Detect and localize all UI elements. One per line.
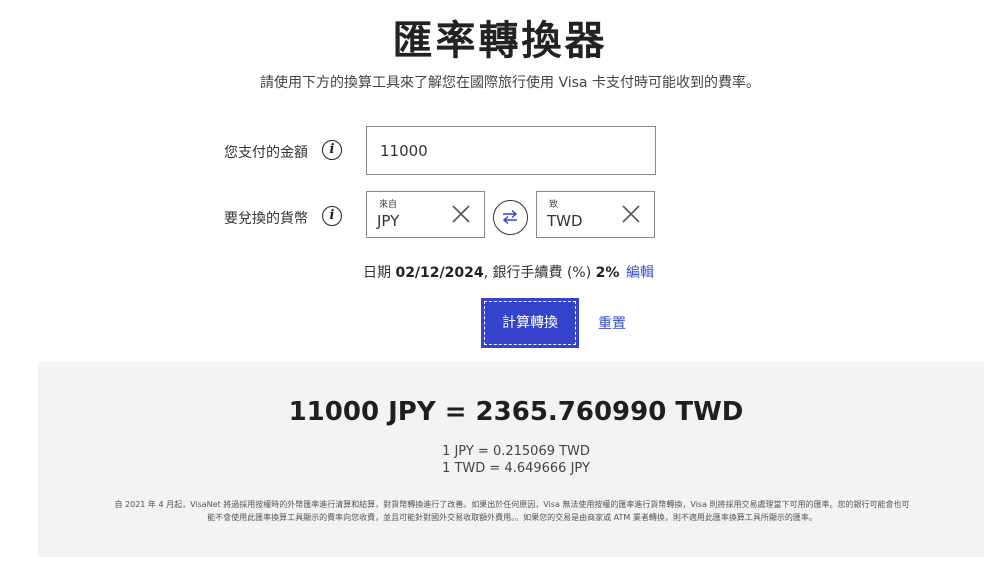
to-currency-field[interactable]: 致 TWD bbox=[536, 191, 655, 238]
amount-input[interactable]: 11000 bbox=[366, 126, 656, 175]
from-currency-field[interactable]: 來自 JPY bbox=[366, 191, 485, 238]
page-title: 匯率轉換器 bbox=[392, 18, 608, 64]
info-icon[interactable]: i bbox=[322, 206, 342, 226]
reset-link[interactable]: 重置 bbox=[598, 313, 626, 333]
fee-text: , 銀行手續費 (%) bbox=[483, 265, 592, 281]
currency-label: 要兌換的貨幣 bbox=[224, 211, 308, 227]
calculate-button[interactable]: 計算轉換 bbox=[481, 298, 579, 348]
date-fee-summary: 日期 02/12/2024, 銀行手續費 (%) 2% bbox=[363, 262, 619, 282]
from-caption: 來自 bbox=[379, 200, 398, 210]
to-currency-value: TWD bbox=[547, 212, 583, 230]
fee-value: 2% bbox=[595, 265, 620, 281]
disclaimer: 自 2021 年 4 月起，VisaNet 將過採用按權時的外幣匯率進行清算和結… bbox=[52, 498, 972, 524]
close-icon[interactable] bbox=[620, 203, 642, 225]
close-icon[interactable] bbox=[450, 203, 472, 225]
disclaimer-line-1: 自 2021 年 4 月起，VisaNet 將過採用按權時的外幣匯率進行清算和結… bbox=[114, 500, 910, 509]
conversion-result: 11000 JPY = 2365.760990 TWD bbox=[288, 397, 744, 427]
swap-currencies-button[interactable] bbox=[493, 200, 528, 235]
edit-link[interactable]: 編輯 bbox=[626, 262, 654, 282]
amount-value: 11000 bbox=[380, 142, 428, 160]
date-value: 02/12/2024 bbox=[395, 265, 484, 281]
rate-forward: 1 JPY = 0.215069 TWD bbox=[442, 444, 590, 459]
result-panel: 11000 JPY = 2365.760990 TWD 1 JPY = 0.21… bbox=[38, 362, 984, 557]
amount-label: 您支付的金額 bbox=[224, 145, 308, 161]
to-caption: 致 bbox=[549, 200, 559, 210]
page-subtitle: 請使用下方的換算工具來了解您在國際旅行使用 Visa 卡支付時可能收到的費率。 bbox=[260, 75, 760, 91]
date-prefix: 日期 bbox=[363, 265, 391, 281]
info-icon[interactable]: i bbox=[322, 140, 342, 160]
disclaimer-line-2: 能不會使用此匯率換算工具顯示的費率向您收費，並且可能針對國外交易收取額外費用。。… bbox=[207, 513, 817, 522]
rate-reverse: 1 TWD = 4.649666 JPY bbox=[442, 461, 590, 476]
from-currency-value: JPY bbox=[377, 212, 400, 230]
